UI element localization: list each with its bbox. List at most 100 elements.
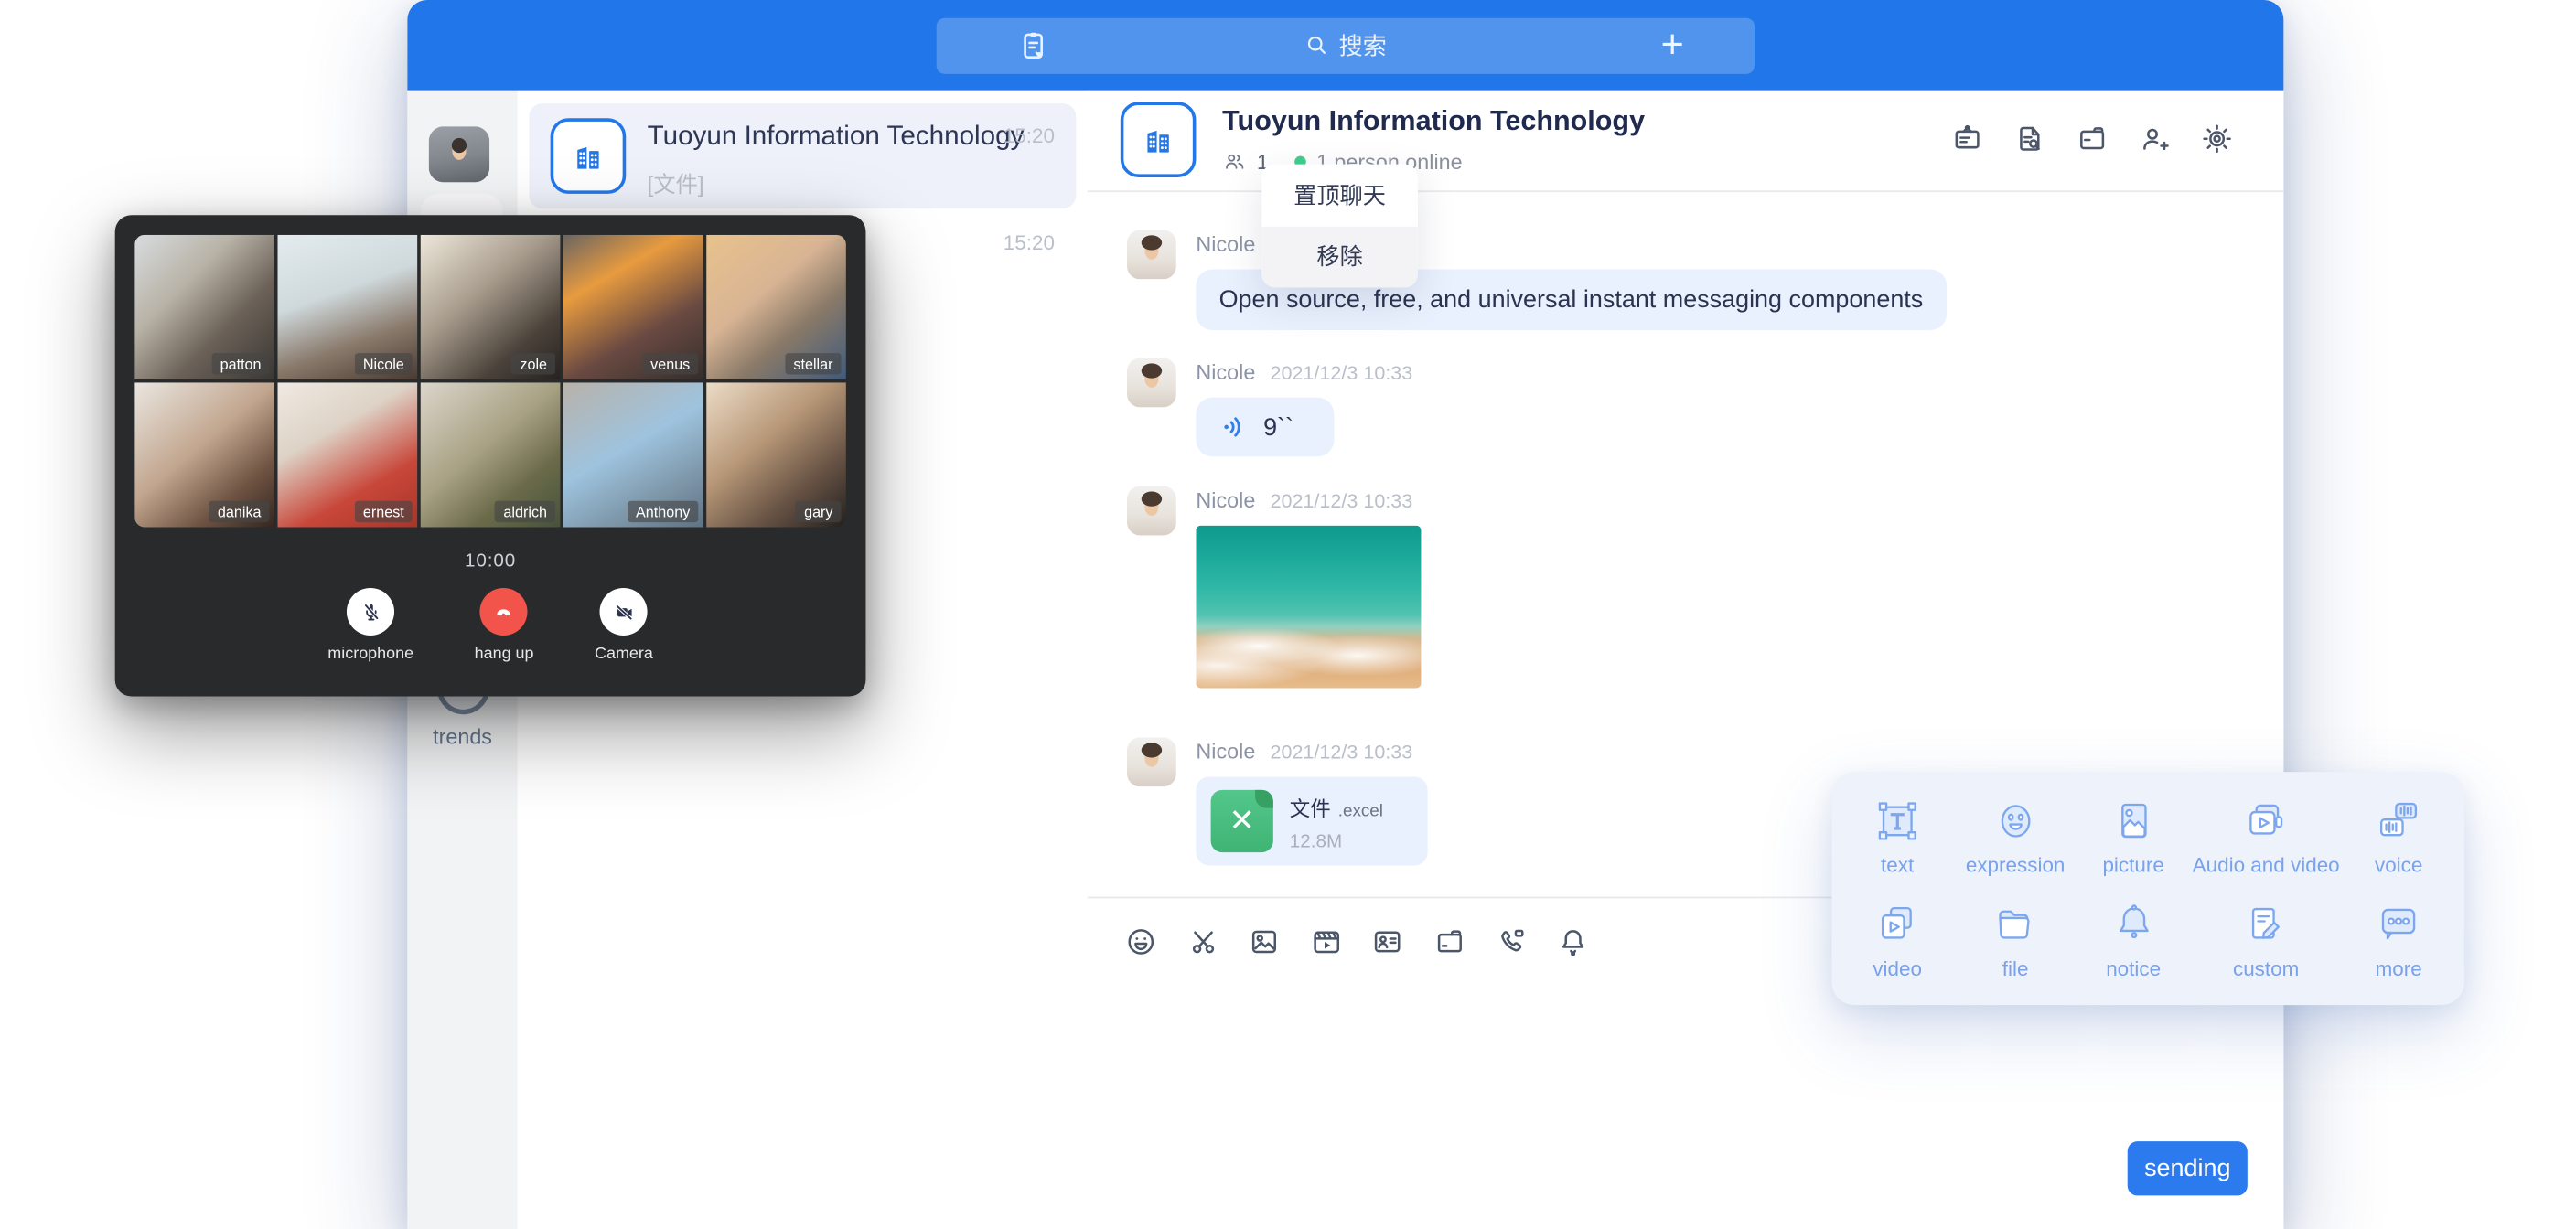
- video-clip-icon[interactable]: [1308, 924, 1343, 959]
- panel-item-audio-video[interactable]: Audio and video: [2193, 785, 2340, 888]
- group-avatar[interactable]: [1121, 102, 1197, 177]
- voice-wave-icon: [1219, 412, 1249, 442]
- panel-item-voice[interactable]: voice: [2340, 785, 2458, 888]
- user-avatar[interactable]: [429, 126, 489, 182]
- participant-name: danika: [209, 501, 270, 522]
- emoji-icon[interactable]: [1123, 924, 1158, 959]
- call-icon[interactable]: [1493, 924, 1528, 959]
- add-member-icon[interactable]: [2137, 122, 2172, 156]
- panel-label: video: [1873, 957, 1922, 980]
- message-text: Nicole 2021/12/3 10:33 Open source, free…: [1127, 230, 1946, 330]
- participant-name: stellar: [785, 353, 841, 374]
- search-bar[interactable]: 搜索 +: [937, 17, 1755, 73]
- panel-label: custom: [2233, 957, 2299, 980]
- participant-tile[interactable]: patton: [134, 235, 274, 379]
- participant-tile[interactable]: aldrich: [421, 382, 561, 527]
- conversation-item[interactable]: Tuoyun Information Technology [文件] 15:20: [529, 103, 1076, 208]
- conversation-last-message: [文件]: [648, 166, 704, 198]
- excel-file-icon: ✕: [1211, 790, 1273, 852]
- participant-tile[interactable]: zole: [421, 235, 561, 379]
- doc-search-icon[interactable]: [2012, 122, 2047, 156]
- image-message-beach[interactable]: [1196, 526, 1421, 689]
- panel-label: file: [2002, 957, 2029, 980]
- notice-bell-icon: [2109, 900, 2158, 949]
- voice-message-bubble[interactable]: 9``: [1196, 398, 1334, 457]
- video-call-overlay: patton Nicole zole venus stellar danika …: [115, 215, 866, 696]
- panel-label: more: [2376, 957, 2422, 980]
- participant-name: patton: [212, 353, 270, 374]
- participant-name: Anthony: [628, 501, 698, 522]
- sender-avatar[interactable]: [1127, 737, 1176, 786]
- folder-icon[interactable]: [2075, 122, 2109, 156]
- panel-label: Audio and video: [2193, 854, 2340, 877]
- notification-icon[interactable]: [1555, 924, 1590, 959]
- participant-tile[interactable]: stellar: [706, 235, 846, 379]
- file-message-card[interactable]: ✕ 文件 .excel 12.8M: [1196, 776, 1427, 865]
- picture-icon: [2109, 796, 2158, 846]
- camera-off-icon: [611, 599, 638, 625]
- participant-name: Nicole: [355, 353, 413, 374]
- folder-icon[interactable]: [1432, 924, 1466, 959]
- panel-item-file[interactable]: file: [1957, 889, 2075, 992]
- group-avatar: [551, 118, 627, 194]
- participant-tile[interactable]: venus: [564, 235, 703, 379]
- sender-avatar[interactable]: [1127, 358, 1176, 408]
- participant-name: ernest: [355, 501, 413, 522]
- participant-tile[interactable]: danika: [134, 382, 274, 527]
- panel-label: voice: [2375, 854, 2422, 877]
- voice-icon: [2374, 796, 2423, 846]
- sender-avatar[interactable]: [1127, 230, 1176, 279]
- voice-duration: 9``: [1263, 413, 1293, 442]
- members-icon: [1222, 149, 1247, 174]
- stage: 搜索 + trends: [0, 0, 2576, 1229]
- building-icon: [1137, 118, 1180, 161]
- plus-icon[interactable]: +: [1649, 22, 1695, 68]
- expression-icon: [1991, 796, 2040, 846]
- panel-item-more[interactable]: more: [2340, 889, 2458, 992]
- panel-item-video[interactable]: video: [1839, 889, 1957, 992]
- participant-tile[interactable]: gary: [706, 382, 846, 527]
- contact-card-icon[interactable]: [1370, 924, 1405, 959]
- call-timer: 10:00: [134, 551, 846, 572]
- panel-item-expression[interactable]: expression: [1957, 785, 2075, 888]
- building-icon: [567, 134, 610, 177]
- hang-up-label: hang up: [475, 646, 534, 664]
- custom-edit-icon: [2241, 900, 2291, 949]
- participant-tile[interactable]: Nicole: [278, 235, 418, 379]
- hang-up-button[interactable]: [480, 588, 528, 636]
- screenshot-icon[interactable]: [1186, 924, 1220, 959]
- panel-item-text[interactable]: text: [1839, 785, 1957, 888]
- search-placeholder: 搜索: [1339, 28, 1387, 63]
- message-type-panel: text expression picture: [1831, 772, 2463, 1005]
- send-button[interactable]: sending: [2128, 1140, 2248, 1194]
- participant-tile[interactable]: ernest: [278, 382, 418, 527]
- search-field[interactable]: 搜索: [937, 17, 1755, 73]
- panel-item-custom[interactable]: custom: [2193, 889, 2340, 992]
- sender-avatar[interactable]: [1127, 486, 1176, 536]
- top-bar: 搜索 +: [407, 0, 2283, 91]
- panel-item-picture[interactable]: picture: [2075, 785, 2193, 888]
- panel-label: text: [1881, 854, 1914, 877]
- microphone-button[interactable]: [347, 588, 394, 636]
- file-ext: .excel: [1338, 801, 1383, 821]
- panel-label: notice: [2106, 957, 2161, 980]
- menu-item-pin-chat[interactable]: 置顶聊天: [1261, 165, 1418, 226]
- mic-muted-icon: [358, 599, 384, 625]
- menu-item-remove[interactable]: 移除: [1261, 226, 1418, 287]
- participant-tile[interactable]: Anthony: [564, 382, 703, 527]
- file-name: 文件: [1290, 797, 1331, 820]
- camera-button[interactable]: [600, 588, 648, 636]
- camera-label: Camera: [595, 646, 653, 664]
- sender-name: Nicole: [1196, 231, 1255, 256]
- announcement-icon[interactable]: [1950, 122, 1985, 156]
- file-size: 12.8M: [1290, 832, 1383, 852]
- panel-item-notice[interactable]: notice: [2075, 889, 2193, 992]
- sender-name: Nicole: [1196, 487, 1255, 512]
- settings-icon[interactable]: [2200, 122, 2235, 156]
- message-voice: Nicole 2021/12/3 10:33 9``: [1127, 358, 1412, 457]
- participant-name: venus: [642, 353, 698, 374]
- participant-name: zole: [511, 353, 555, 374]
- image-icon[interactable]: [1247, 924, 1282, 959]
- conversation-context-menu: 置顶聊天 移除: [1261, 165, 1418, 288]
- trends-label: trends: [407, 724, 517, 749]
